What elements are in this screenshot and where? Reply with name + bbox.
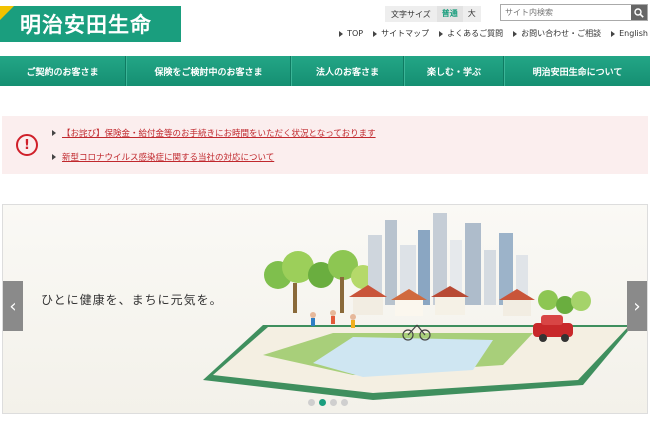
chevron-right-icon: › xyxy=(633,295,641,317)
alert-icon: ! xyxy=(16,134,38,156)
logo-corner-mark xyxy=(0,6,14,20)
arrow-right-icon xyxy=(513,30,518,37)
search-button[interactable] xyxy=(631,5,647,20)
brand-name: 明治安田生命 xyxy=(20,13,152,37)
font-size-large-button[interactable]: 大 xyxy=(463,6,481,22)
utility-nav: TOP サイトマップ よくあるご質問 お問い合わせ・ご相談 English xyxy=(339,28,648,39)
utility-link-contact[interactable]: お問い合わせ・ご相談 xyxy=(513,28,601,39)
brand-logo[interactable]: 明治安田生命 xyxy=(0,6,181,42)
nav-item-about[interactable]: 明治安田生命について xyxy=(504,56,650,86)
nav-item-corporate-customers[interactable]: 法人のお客さま xyxy=(291,56,404,86)
arrow-right-icon xyxy=(52,130,56,136)
hero-carousel: ひとに健康を、まちに元気を。 ‹ › xyxy=(2,204,648,414)
chevron-left-icon: ‹ xyxy=(9,295,17,317)
carousel-dot[interactable] xyxy=(330,399,337,406)
utility-link-top[interactable]: TOP xyxy=(339,28,363,39)
utility-link-sitemap[interactable]: サイトマップ xyxy=(373,28,429,39)
arrow-right-icon xyxy=(52,154,56,160)
popup-book-illustration xyxy=(203,213,633,400)
arrow-right-icon xyxy=(611,30,616,37)
notice-links: 【お詫び】保険金・給付金等のお手続きにお時間をいただく状況となっております 新型… xyxy=(52,127,376,163)
site-search xyxy=(500,4,648,21)
carousel-next-button[interactable]: › xyxy=(627,281,647,331)
notice-link-covid[interactable]: 新型コロナウイルス感染症に関する当社の対応について xyxy=(52,151,376,163)
search-icon xyxy=(634,7,644,18)
arrow-right-icon xyxy=(339,30,344,37)
utility-link-english[interactable]: English xyxy=(611,28,648,39)
font-size-normal-button[interactable]: 普通 xyxy=(436,6,463,22)
nav-item-contract-customers[interactable]: ご契約のお客さま xyxy=(0,56,126,86)
font-size-control: 文字サイズ 普通 大 xyxy=(385,6,481,22)
carousel-dot[interactable] xyxy=(308,399,315,406)
nav-item-prospective-customers[interactable]: 保険をご検討中のお客さま xyxy=(126,56,291,86)
nav-item-enjoy-learn[interactable]: 楽しむ・学ぶ xyxy=(404,56,504,86)
arrow-right-icon xyxy=(439,30,444,37)
carousel-dot[interactable] xyxy=(341,399,348,406)
carousel-dot-active[interactable] xyxy=(319,399,326,406)
notice-link-apology[interactable]: 【お詫び】保険金・給付金等のお手続きにお時間をいただく状況となっております xyxy=(52,127,376,139)
carousel-prev-button[interactable]: ‹ xyxy=(3,281,23,331)
hero-tagline: ひとに健康を、まちに元気を。 xyxy=(41,293,223,307)
main-nav: ご契約のお客さま 保険をご検討中のお客さま 法人のお客さま 楽しむ・学ぶ 明治安… xyxy=(0,56,650,86)
search-input[interactable] xyxy=(501,5,631,20)
notice-box: ! 【お詫び】保険金・給付金等のお手続きにお時間をいただく状況となっております … xyxy=(2,116,648,174)
arrow-right-icon xyxy=(373,30,378,37)
font-size-label: 文字サイズ xyxy=(391,9,431,19)
carousel-dots xyxy=(308,399,348,406)
utility-link-faq[interactable]: よくあるご質問 xyxy=(439,28,503,39)
